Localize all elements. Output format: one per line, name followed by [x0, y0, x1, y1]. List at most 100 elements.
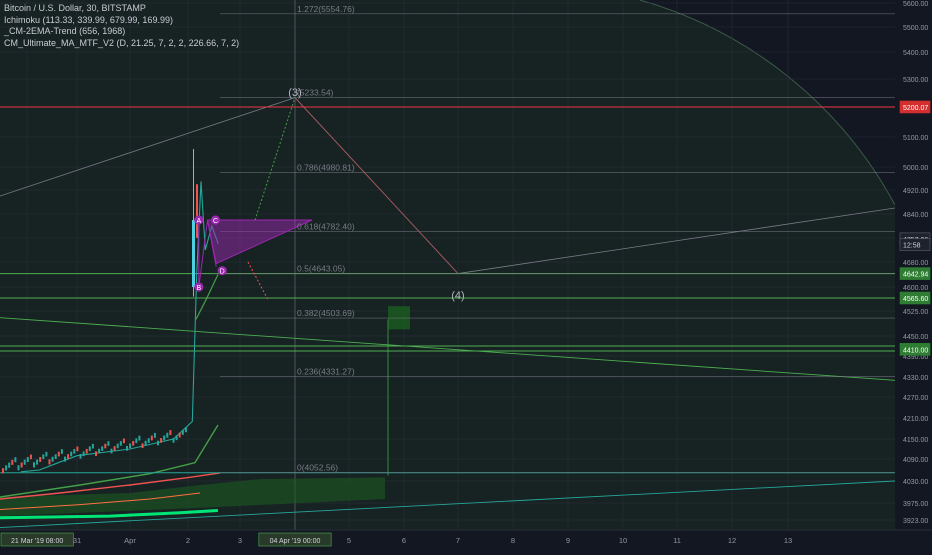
price-tick-14: 4840.00 [903, 212, 928, 219]
time-tick-1: 31 [73, 536, 81, 545]
candle-45 [141, 443, 144, 448]
price-badge-0: 5200.07 [903, 105, 928, 112]
price-chart[interactable]: A C B D 1.272(5554.76) (5233.54) 0.786(4980.8… [0, 0, 932, 550]
fib-label-2: 0.786(4980.81) [297, 163, 355, 173]
candle-1 [5, 465, 8, 471]
price-tick-3: 4090.00 [903, 457, 928, 464]
candle-17 [54, 454, 57, 459]
candle-43 [135, 438, 138, 444]
candle-39 [122, 438, 125, 444]
pattern-point-label-a: A [196, 218, 201, 225]
candle-4 [14, 457, 17, 463]
candle-10 [33, 462, 35, 468]
time-tick-5: 04 Apr '19 00:00 [270, 538, 321, 545]
time-tick-6: 5 [347, 536, 351, 545]
candle-56 [175, 435, 178, 441]
fib-label-6: 0.236(4331.27) [297, 367, 355, 377]
price-badge-3: 4642.94 [903, 272, 928, 279]
price-tick-20: 5400.00 [903, 50, 928, 57]
price-badge-5: 4410.00 [903, 347, 928, 354]
price-tick-0: 3923.00 [903, 518, 928, 525]
candle-42 [132, 440, 135, 446]
candle-29 [91, 443, 94, 449]
candle-30 [95, 451, 97, 456]
time-tick-3: 2 [186, 536, 190, 545]
time-tick-7: 6 [402, 536, 406, 545]
fib-label-7: 0(4052.56) [297, 463, 338, 473]
candle-31 [98, 448, 101, 454]
candle-49 [153, 432, 156, 438]
time-tick-0: 21 Mar '19 08:00 [11, 538, 63, 545]
candle-50 [157, 440, 159, 446]
wave-label-0[interactable]: (3) [288, 87, 301, 99]
candle-52 [163, 435, 166, 441]
candle-48 [150, 435, 153, 441]
legend-2ema-trend[interactable]: _CM-2EMA-Trend (656, 1968) [4, 26, 239, 38]
time-tick-4: 3 [238, 536, 242, 545]
candle-3 [11, 459, 14, 465]
candle-7 [23, 459, 26, 465]
price-tick-17: 5100.00 [903, 135, 928, 142]
pattern-point-label-b: B [196, 285, 201, 292]
price-tick-12: 4680.00 [903, 260, 928, 267]
candle-2 [8, 462, 11, 468]
candle-24 [76, 446, 79, 452]
candle-35 [110, 448, 113, 454]
time-tick-13: 12 [728, 536, 736, 545]
candle-0 [2, 468, 4, 474]
time-tick-2: Apr [124, 536, 136, 545]
candle-33 [104, 443, 107, 449]
candle-15 [48, 459, 51, 465]
price-tick-10: 4525.00 [903, 309, 928, 316]
time-tick-9: 8 [511, 536, 515, 545]
pattern-point-label-c: C [213, 218, 218, 225]
price-badge-4: 4565.60 [903, 296, 928, 303]
price-tick-1: 3975.00 [903, 501, 928, 508]
legend-ultimate-ma[interactable]: CM_Ultimate_MA_MTF_V2 (D, 21.25, 7, 2, 2… [4, 38, 239, 50]
candle-19 [60, 449, 63, 454]
candle-post-pump [196, 184, 198, 238]
candle-9 [29, 454, 32, 460]
price-tick-21: 5500.00 [903, 25, 928, 32]
candle-47 [147, 438, 150, 443]
candle-37 [116, 443, 119, 449]
candle-46 [144, 440, 147, 446]
legend-ichimoku[interactable]: Ichimoku (113.33, 339.99, 679.99, 169.99… [4, 15, 239, 27]
price-tick-15: 4920.00 [903, 188, 928, 195]
cloud-future-block [388, 306, 410, 330]
time-tick-11: 10 [619, 536, 627, 545]
legend-symbol[interactable]: Bitcoin / U.S. Dollar, 30, BITSTAMP [4, 3, 239, 15]
wave-label-1[interactable]: (4) [451, 290, 464, 302]
fib-label-0: 1.272(5554.76) [297, 4, 355, 14]
price-tick-2: 4030.00 [903, 479, 928, 486]
time-tick-8: 7 [456, 536, 460, 545]
candle-32 [101, 446, 104, 451]
chart-container[interactable]: A C B D 1.272(5554.76) (5233.54) 0.786(4980.8… [0, 0, 932, 550]
arc-fill-region [0, 0, 895, 530]
fib-label-5: 0.382(4503.69) [297, 308, 355, 318]
price-tick-6: 4270.00 [903, 395, 928, 402]
pattern-point-label-d: D [220, 269, 225, 276]
candle-55 [172, 437, 175, 443]
candle-40 [126, 446, 128, 451]
time-tick-12: 11 [673, 536, 681, 545]
candle-5 [17, 465, 20, 471]
candle-36 [113, 446, 116, 451]
candle-51 [160, 438, 163, 443]
fib-label-3: 0.618(4782.40) [297, 221, 355, 231]
candle-34 [107, 441, 110, 446]
candle-11 [36, 459, 39, 465]
candle-12 [39, 456, 42, 462]
candle-59 [184, 427, 187, 433]
candle-26 [82, 451, 85, 457]
candle-13 [42, 454, 45, 460]
price-tick-4: 4150.00 [903, 437, 928, 444]
candle-25 [79, 454, 82, 459]
candle-23 [73, 449, 76, 454]
price-tick-16: 5000.00 [903, 165, 928, 172]
price-badge-2: 12:58 [903, 243, 921, 250]
candle-27 [85, 448, 88, 454]
indicator-legend: Bitcoin / U.S. Dollar, 30, BITSTAMP Ichi… [4, 3, 239, 49]
candle-18 [57, 451, 60, 457]
candle-8 [26, 457, 29, 463]
